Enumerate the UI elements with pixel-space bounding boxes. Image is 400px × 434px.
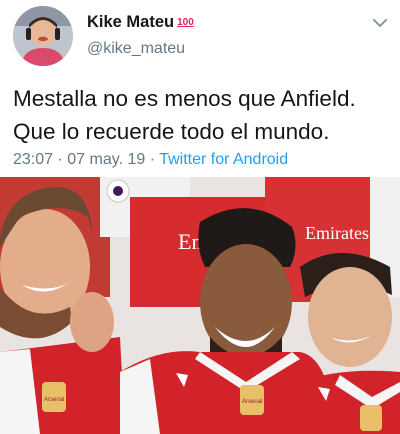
tweet-text-line: Mestalla no es menos que Anfield. xyxy=(13,86,356,111)
hundred-points-icon: 100 xyxy=(177,17,194,28)
avatar[interactable] xyxy=(13,6,73,66)
crest-text: Arsenal xyxy=(44,397,64,403)
shirt-sponsor-text: Emirates xyxy=(305,223,369,243)
tweet-card: Kike Mateu 100 @kike_mateu Mestalla no es… xyxy=(0,0,400,434)
tweet-meta: 23:07 · 07 may. 19 · Twitter for Android xyxy=(13,151,288,169)
team-photo-illustration: Emirates Emirates Arsenal Arsenal xyxy=(0,177,400,434)
crest-text: Arsenal xyxy=(242,399,262,405)
meta-separator: · xyxy=(149,151,156,168)
tweet-text-line: Que lo recuerde todo el mundo. xyxy=(13,119,330,144)
tweet-source-link[interactable]: Twitter for Android xyxy=(159,151,288,168)
meta-separator: · xyxy=(57,151,63,168)
tweet-photo[interactable]: Emirates Emirates Arsenal Arsenal xyxy=(0,177,400,434)
tweet-time: 23:07 xyxy=(13,151,54,168)
tweet-text: Mestalla no es menos que Anfield. Que lo… xyxy=(13,82,393,148)
author-name[interactable]: Kike Mateu 100 xyxy=(87,13,194,32)
author-handle[interactable]: @kike_mateu xyxy=(87,40,185,58)
tweet-date[interactable]: 07 may. 19 xyxy=(67,151,145,168)
avatar-image xyxy=(13,6,73,66)
chevron-down-icon[interactable] xyxy=(371,16,389,30)
display-name: Kike Mateu xyxy=(87,13,175,31)
